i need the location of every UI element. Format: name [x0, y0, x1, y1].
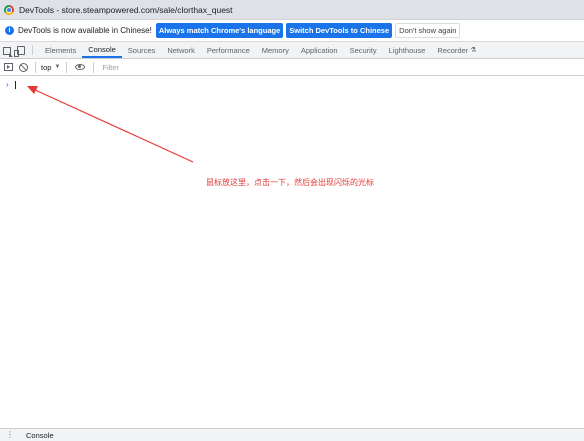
toolbar-divider-3	[93, 61, 95, 73]
live-expression-eye-icon[interactable]	[75, 64, 86, 70]
filter-input[interactable]: Filter	[99, 61, 584, 74]
window-titlebar: DevTools - store.steampowered.com/sale/c…	[0, 0, 584, 20]
tab-security[interactable]: Security	[344, 42, 383, 58]
toolbar-divider	[35, 61, 36, 73]
tab-performance[interactable]: Performance	[201, 42, 256, 58]
console-toolbar: top ▼ Filter	[0, 59, 584, 76]
more-vertical-icon[interactable]: ⋮	[6, 431, 14, 439]
devtools-tabbar: Elements Console Sources Network Perform…	[0, 42, 584, 59]
info-icon: i	[5, 26, 14, 35]
tab-lighthouse[interactable]: Lighthouse	[383, 42, 432, 58]
infobar-message: DevTools is now available in Chinese!	[18, 26, 152, 35]
language-infobar: i DevTools is now available in Chinese! …	[0, 20, 584, 42]
tabbar-divider	[32, 45, 33, 55]
toolbar-divider-2	[66, 61, 68, 73]
device-icon	[14, 46, 25, 57]
always-match-language-button[interactable]: Always match Chrome's language	[155, 23, 284, 38]
clear-console-icon[interactable]	[19, 62, 28, 72]
context-selector-value: top	[41, 62, 52, 72]
tab-console[interactable]: Console	[82, 42, 122, 58]
console-drawer: ⋮ Console	[0, 428, 584, 441]
inspect-element-button[interactable]	[0, 42, 14, 59]
window-title: DevTools - store.steampowered.com/sale/c…	[19, 4, 233, 15]
annotation-text: 鼠标放这里，点击一下，然后会出现闪烁的光标	[206, 178, 374, 187]
tab-network[interactable]: Network	[161, 42, 201, 58]
dont-show-again-button[interactable]: Don't show again	[395, 23, 461, 38]
tab-recorder-label: Recorder	[437, 45, 469, 55]
device-toolbar-button[interactable]	[14, 42, 28, 59]
switch-to-chinese-button[interactable]: Switch DevTools to Chinese	[286, 23, 393, 38]
drawer-tab-console[interactable]: Console	[26, 431, 54, 440]
tab-elements[interactable]: Elements	[39, 42, 82, 58]
console-input-cursor[interactable]	[15, 81, 16, 89]
tab-application[interactable]: Application	[295, 42, 344, 58]
tab-recorder[interactable]: Recorder ⚗	[431, 42, 482, 58]
chevron-down-icon: ▼	[54, 64, 61, 70]
console-output[interactable]: ›	[0, 76, 584, 426]
tab-sources[interactable]: Sources	[122, 42, 162, 58]
inspect-icon	[3, 46, 13, 57]
tab-memory[interactable]: Memory	[256, 42, 295, 58]
flask-icon: ⚗	[470, 47, 477, 54]
show-sidebar-icon[interactable]	[4, 63, 13, 71]
chrome-icon	[4, 4, 14, 15]
console-prompt-icon: ›	[6, 80, 9, 89]
context-selector[interactable]: top ▼	[41, 63, 60, 72]
